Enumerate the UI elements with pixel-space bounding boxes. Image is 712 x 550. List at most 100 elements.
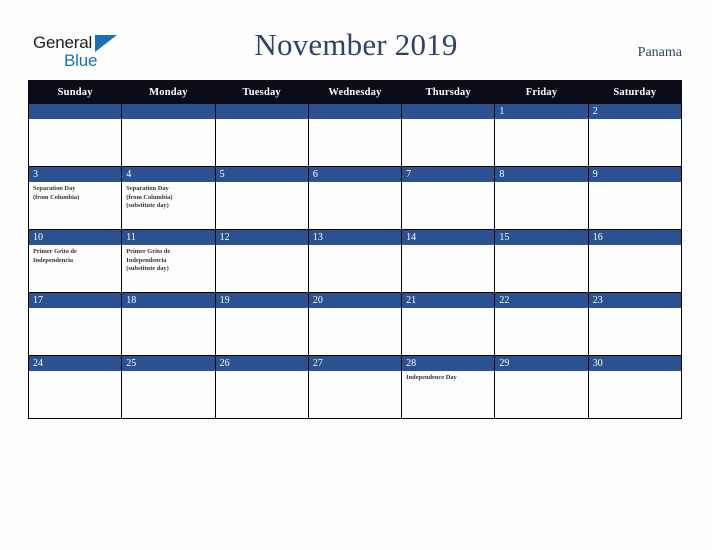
- calendar-day-cell[interactable]: 27: [307, 355, 403, 419]
- day-number: 6: [308, 167, 402, 182]
- calendar-day-cell[interactable]: 12: [214, 229, 309, 293]
- day-number: 1: [495, 104, 588, 119]
- day-number: 10: [29, 230, 122, 245]
- page-title: November 2019: [254, 27, 458, 62]
- calendar-day-cell[interactable]: 24: [27, 355, 123, 419]
- calendar-day-cell[interactable]: 16: [587, 229, 683, 293]
- calendar-day-cell[interactable]: 28 Independence Day: [401, 355, 496, 419]
- weekday-header-thursday: Thursday: [401, 80, 496, 104]
- weekday-header-wednesday: Wednesday: [307, 80, 403, 104]
- calendar-day-cell[interactable]: 26: [214, 355, 309, 419]
- day-number: 21: [402, 293, 495, 308]
- holiday-events: Independence Day: [402, 371, 494, 383]
- calendar-day-cell[interactable]: 20: [307, 292, 403, 356]
- day-number: 5: [215, 167, 308, 182]
- calendar-day-cell[interactable]: 13: [307, 229, 403, 293]
- day-number: [402, 104, 495, 119]
- calendar-day-cell[interactable]: 25: [121, 355, 216, 419]
- holiday-events: Primer Grito de Independencia: [29, 245, 121, 265]
- holiday-events: Separation Day (from Columbia): [29, 182, 121, 202]
- day-number: 30: [588, 356, 681, 371]
- calendar-day-cell[interactable]: 1: [494, 103, 589, 167]
- country-label: Panama: [637, 45, 682, 60]
- day-number: 2: [588, 104, 681, 119]
- calendar-page: General Blue November 2019 Panama Sunday…: [0, 0, 712, 550]
- holiday-event-line: Primer Grito de: [126, 248, 171, 255]
- day-number: 13: [308, 230, 402, 245]
- weekday-header-friday: Friday: [494, 80, 589, 104]
- calendar-day-cell[interactable]: 19: [214, 292, 309, 356]
- calendar-empty-cell: [214, 103, 309, 167]
- day-number: 19: [215, 293, 308, 308]
- holiday-event-line: Independence Day: [406, 374, 457, 381]
- calendar-day-cell[interactable]: 3 Separation Day (from Columbia): [27, 166, 123, 230]
- holiday-event-line: Separation Day: [126, 185, 169, 192]
- holiday-events: Separation Day (from Columbia) (substitute…: [122, 182, 214, 211]
- calendar-day-cell[interactable]: 10 Primer Grito de Independencia: [27, 229, 123, 293]
- day-number: [308, 104, 402, 119]
- calendar-week-row: 12: [27, 103, 683, 167]
- page-header: General Blue November 2019 Panama: [0, 0, 712, 80]
- calendar-day-cell[interactable]: 4 Separation Day (from Columbia) (substitut…: [121, 166, 216, 230]
- day-number: 25: [122, 356, 215, 371]
- day-number: 8: [495, 167, 588, 182]
- day-number: 29: [495, 356, 588, 371]
- calendar-day-cell[interactable]: 23: [587, 292, 683, 356]
- calendar-day-cell[interactable]: 7: [401, 166, 496, 230]
- day-number: [122, 104, 215, 119]
- day-number: 7: [402, 167, 495, 182]
- calendar-day-cell[interactable]: 2: [587, 103, 683, 167]
- day-number: 18: [122, 293, 215, 308]
- calendar-empty-cell: [27, 103, 123, 167]
- day-number: [29, 104, 122, 119]
- holiday-event-line: (from Columbia): [126, 193, 173, 201]
- calendar-day-cell[interactable]: 5: [214, 166, 309, 230]
- day-number: [215, 104, 308, 119]
- holiday-event-line: Primer Grito de: [33, 248, 77, 255]
- day-number: 9: [588, 167, 681, 182]
- day-number: 12: [215, 230, 308, 245]
- day-number: 3: [29, 167, 122, 182]
- calendar-day-cell[interactable]: 15: [494, 229, 589, 293]
- calendar-day-cell[interactable]: 30: [587, 355, 683, 419]
- holiday-event-line: (substitute day): [126, 202, 169, 210]
- holiday-event-line: Independencia: [33, 256, 74, 264]
- calendar-body: 1 2 3 Separation Day (from Columbia) 4 Separat…: [27, 103, 683, 419]
- holiday-event-line: Independencia: [126, 256, 167, 264]
- calendar-day-cell[interactable]: 8: [494, 166, 589, 230]
- calendar-grid: Sunday Monday Tuesday Wednesday Thursday…: [27, 80, 683, 419]
- weekday-header-row: Sunday Monday Tuesday Wednesday Thursday…: [27, 80, 683, 104]
- calendar-day-cell[interactable]: 11 Primer Grito de Independencia (substitut…: [121, 229, 216, 293]
- calendar-day-cell[interactable]: 18: [121, 292, 216, 356]
- calendar-day-cell[interactable]: 21: [401, 292, 496, 356]
- day-number: 26: [215, 356, 308, 371]
- calendar-week-row: 24 25 26 27 28 Independence Day 29 30: [27, 355, 683, 419]
- calendar-week-row: 17 18 19 20 21 22 23: [27, 292, 683, 356]
- weekday-header-saturday: Saturday: [587, 80, 683, 104]
- calendar-day-cell[interactable]: 14: [401, 229, 496, 293]
- day-number: 11: [122, 230, 215, 245]
- holiday-event-line: (substitute day): [126, 265, 169, 273]
- day-number: 17: [29, 293, 122, 308]
- weekday-header-sunday: Sunday: [27, 80, 123, 104]
- day-number: 16: [588, 230, 681, 245]
- calendar-day-cell[interactable]: 9: [587, 166, 683, 230]
- calendar-day-cell[interactable]: 22: [494, 292, 589, 356]
- day-number: 4: [122, 167, 215, 182]
- day-number: 14: [402, 230, 495, 245]
- calendar-day-cell[interactable]: 6: [307, 166, 403, 230]
- holiday-event-line: Separation Day: [33, 185, 76, 192]
- calendar-day-cell[interactable]: 29: [494, 355, 589, 419]
- holiday-events: Primer Grito de Independencia (substitute …: [122, 245, 214, 274]
- day-number: 27: [308, 356, 402, 371]
- day-number: 24: [29, 356, 122, 371]
- day-number: 28: [402, 356, 495, 371]
- weekday-header-monday: Monday: [121, 80, 216, 104]
- day-number: 20: [308, 293, 402, 308]
- day-number: 23: [588, 293, 681, 308]
- day-number: 22: [495, 293, 588, 308]
- holiday-event-line: (from Columbia): [33, 193, 80, 201]
- calendar-day-cell[interactable]: 17: [27, 292, 123, 356]
- calendar-empty-cell: [307, 103, 403, 167]
- weekday-header-tuesday: Tuesday: [214, 80, 309, 104]
